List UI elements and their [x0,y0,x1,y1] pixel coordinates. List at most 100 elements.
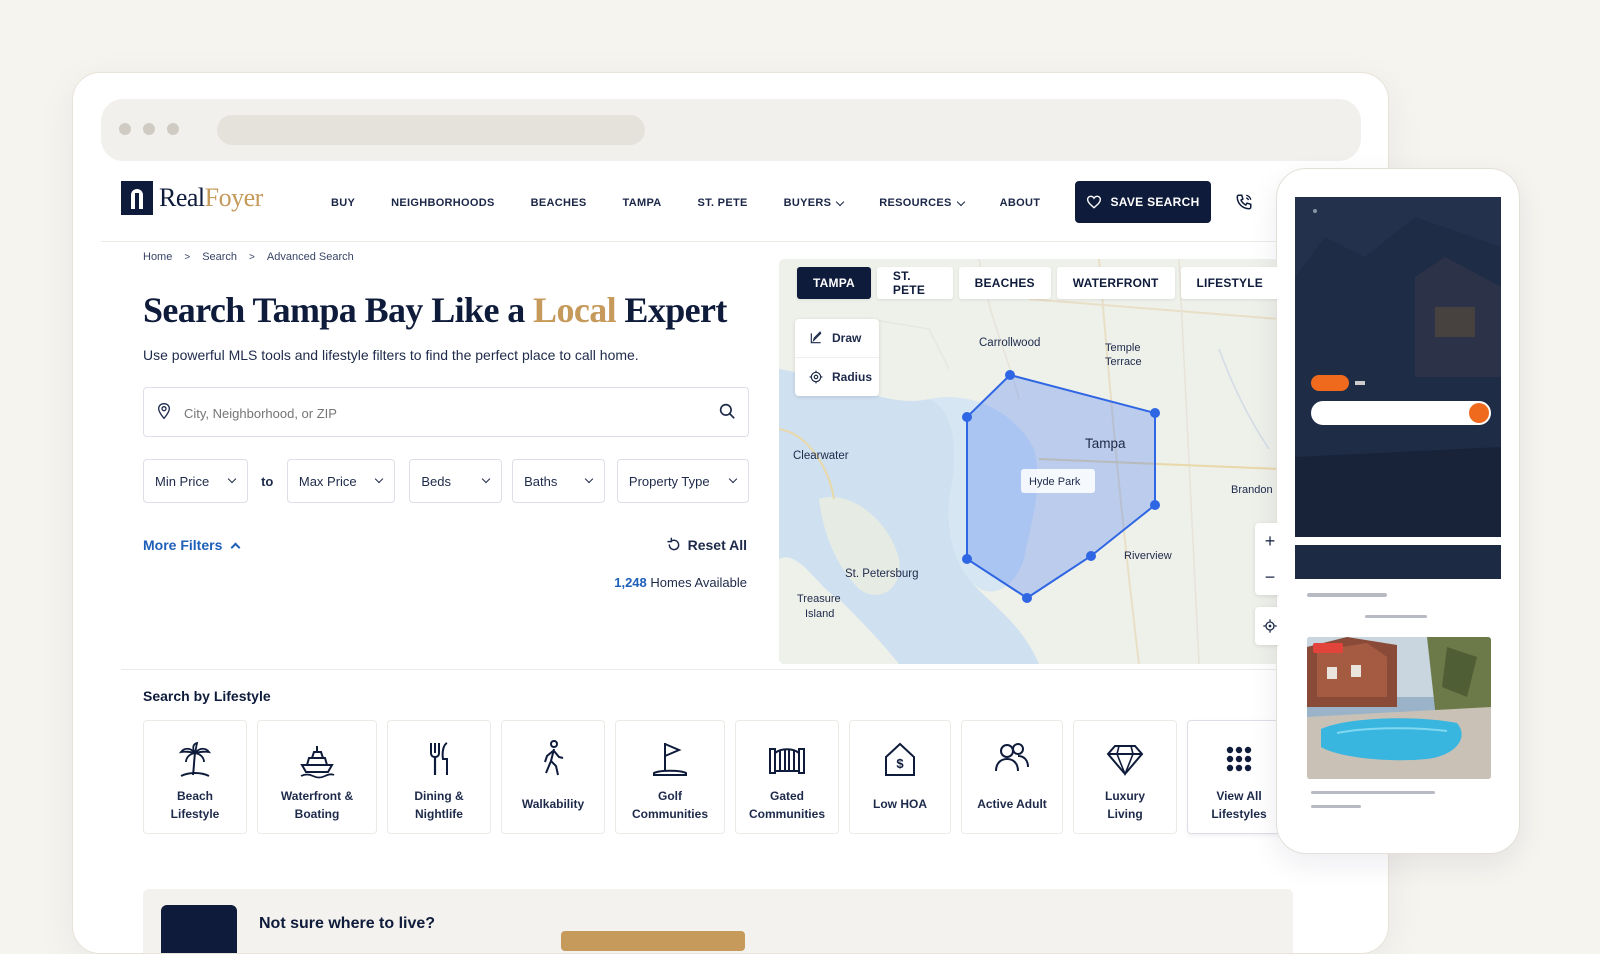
window-dot-close[interactable] [119,123,131,135]
mobile-search-bar[interactable] [1311,401,1491,425]
zoom-in-button[interactable]: + [1255,523,1279,559]
nav-item-buyers[interactable]: BUYERS [783,193,845,213]
nav-label: ST. PETE [697,197,748,209]
map-label-treasure-island: Treasure [797,593,841,605]
lifestyle-card-beach[interactable]: Beach Lifestyle [143,720,247,834]
mobile-hero-pill-dash [1355,381,1365,385]
breadcrumb: Home > Search > Advanced Search [143,251,749,263]
reset-all-label: Reset All [687,537,747,553]
map-label-clearwater: Clearwater [793,450,849,462]
property-type-select[interactable]: Property Type [616,459,749,503]
nav-label: ABOUT [999,197,1041,209]
mobile-hero-image [1295,197,1501,537]
map-label-riverview: Riverview [1124,550,1172,562]
phone-button[interactable] [1229,187,1259,217]
nav-item-beaches[interactable]: BEACHES [531,193,587,213]
lifestyle-card-gated[interactable]: Gated Communities [735,720,839,834]
locate-button[interactable] [1255,607,1279,645]
banner-badge [161,905,237,953]
map-tab-waterfront[interactable]: WATERFRONT [1056,267,1175,299]
to-label: to [261,473,274,489]
radius-label: Radius [832,370,873,384]
lifestyle-card-waterfront[interactable]: Waterfront & Boating [257,720,377,834]
nav-label: BUYERS [783,197,832,209]
browser-chrome [101,99,1361,161]
zoom-out-button[interactable]: − [1255,559,1279,595]
walking-person-icon [544,740,564,776]
radius-icon [809,370,823,384]
mobile-text-line [1311,791,1435,794]
map-tab-lifestyle[interactable]: LIFESTYLE [1180,267,1279,299]
map-tab-beaches[interactable]: BEACHES [958,267,1051,299]
min-price-select[interactable]: Min Price [143,459,248,503]
nav-item-tampa[interactable]: TAMPA [623,193,662,213]
breadcrumb-separator-icon: > [249,251,255,263]
reset-all-button[interactable]: Reset All [666,537,747,553]
logo-text-real: Real [159,183,205,212]
more-filters-label: More Filters [143,537,223,553]
lifestyle-label: Golf Communities [631,789,708,821]
mobile-listing-image [1307,637,1491,779]
lifestyle-card-walkability[interactable]: Walkability [501,720,605,834]
lifestyle-card-golf[interactable]: Golf Communities [615,720,725,834]
map-tab-st-pete[interactable]: ST. PETE [876,267,953,299]
lifestyle-label: Low HOA [873,797,927,811]
reset-icon [666,537,679,551]
lifestyle-cards: Beach Lifestyle Waterfront & Boating Din… [143,720,1291,834]
lifestyle-label: Gated Communities [748,789,825,821]
nav-item-buy[interactable]: BUY [331,193,355,213]
phone-icon [1236,194,1252,210]
breadcrumb-home[interactable]: Home [143,251,172,263]
draw-tool-button[interactable]: Draw [795,319,879,357]
nav-label: RESOURCES [879,197,952,209]
breadcrumb-search[interactable]: Search [202,251,237,263]
window-dot-maximize[interactable] [167,123,179,135]
url-bar[interactable] [217,115,645,145]
nav-item-resources[interactable]: RESOURCES [879,193,965,213]
nav-item-st-pete[interactable]: ST. PETE [698,193,748,213]
mobile-hero-background [1295,197,1501,537]
browser-window: RealFoyer BUY NEIGHBORHOODS BEACHES TAMP… [72,72,1389,954]
max-price-select[interactable]: Max Price [286,459,396,503]
lifestyle-label: Waterfront & Boating [280,789,354,821]
draw-icon [810,331,822,344]
more-filters-toggle[interactable]: More Filters [143,537,241,553]
save-search-label: SAVE SEARCH [1110,195,1200,209]
map-label-temple-terrace-2: Terrace [1105,356,1142,368]
heart-icon [1087,195,1102,209]
nav-label: NEIGHBORHOODS [391,197,495,209]
min-price-label: Min Price [155,473,210,489]
banner-cta-button[interactable] [561,931,745,951]
search-box[interactable] [143,387,749,437]
mobile-listing-tag [1313,643,1343,653]
lifestyle-card-dining[interactable]: Dining & Nightlife [387,720,491,834]
window-dot-minimize[interactable] [143,123,155,135]
logo[interactable]: RealFoyer [121,181,263,215]
search-icon[interactable] [718,402,736,420]
mobile-search-button[interactable] [1469,403,1489,423]
chevron-down-icon [584,474,594,484]
baths-select[interactable]: Baths [512,459,605,503]
map-panel[interactable]: Carrollwood Temple Terrace Clearwater Ta… [779,259,1279,664]
homes-label: Homes Available [646,575,747,590]
chevron-down-icon [836,197,845,206]
beds-label: Beds [421,473,451,489]
website: RealFoyer BUY NEIGHBORHOODS BEACHES TAMP… [101,173,1361,953]
nav-item-about[interactable]: ABOUT [1000,193,1041,213]
more-filters-row: More Filters Reset All [143,537,747,553]
lifestyle-card-active-adult[interactable]: Active Adult [961,720,1063,834]
beds-select[interactable]: Beds [409,459,503,503]
map-tab-tampa[interactable]: TAMPA [797,267,871,299]
main-nav: BUY NEIGHBORHOODS BEACHES TAMPA ST. PETE… [331,193,1076,213]
palm-tree-icon [178,741,212,777]
draw-label: Draw [832,331,862,345]
chevron-up-icon [230,542,241,552]
save-search-button[interactable]: SAVE SEARCH [1075,181,1211,223]
lifestyle-card-luxury[interactable]: Luxury Living [1073,720,1177,834]
search-input[interactable] [182,400,706,426]
lifestyle-card-low-hoa[interactable]: $ Low HOA [849,720,951,834]
mobile-hero-pill[interactable] [1311,375,1349,391]
nav-item-neighborhoods[interactable]: NEIGHBORHOODS [391,193,495,213]
radius-tool-button[interactable]: Radius [795,357,879,396]
mobile-listing-card[interactable] [1307,637,1491,779]
